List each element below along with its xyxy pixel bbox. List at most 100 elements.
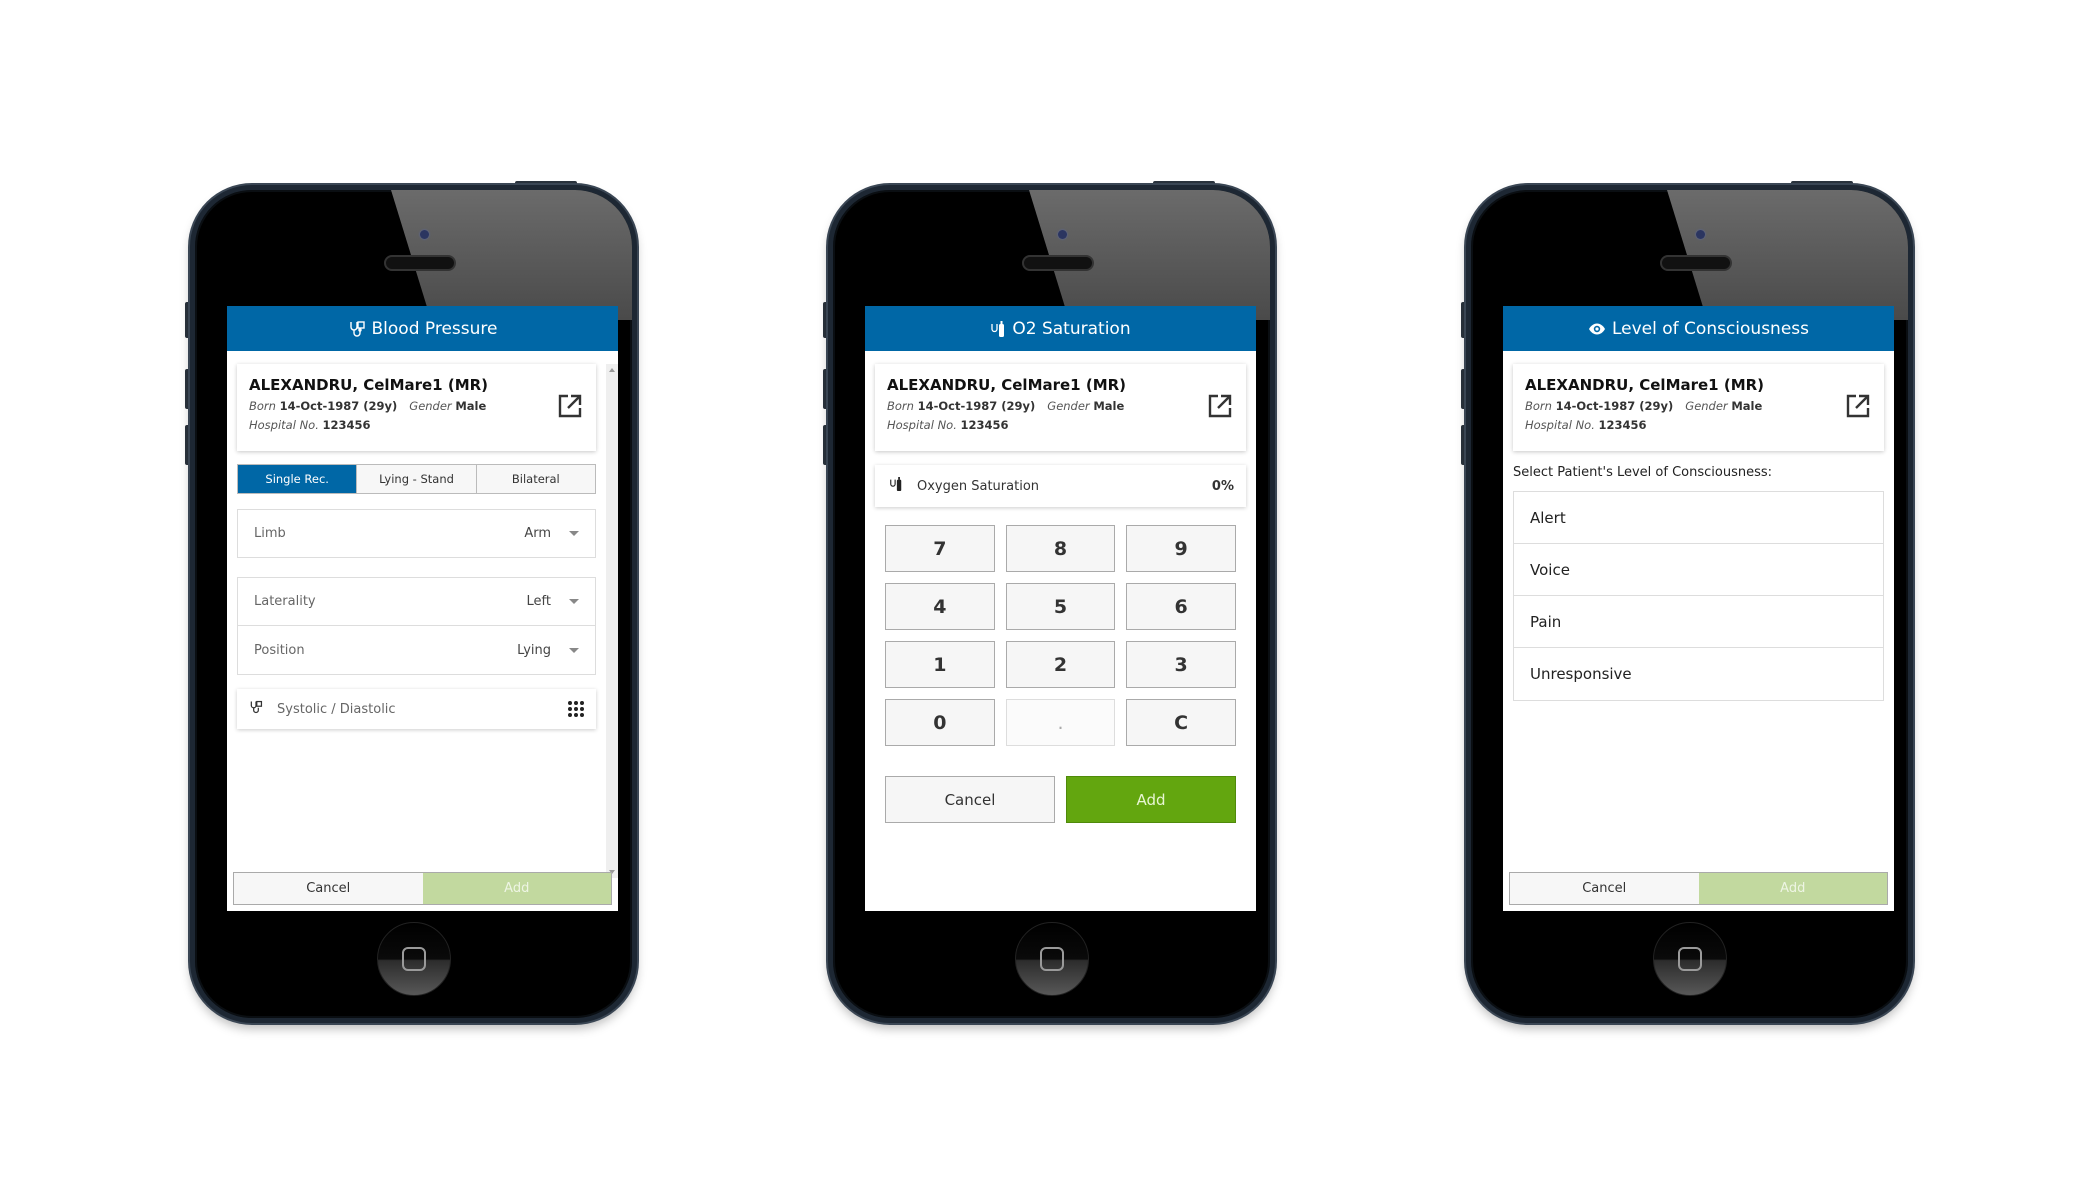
key-0[interactable]: 0 (885, 699, 995, 746)
gender-value: Male (1731, 399, 1763, 413)
born-label: Born (249, 399, 276, 413)
add-button[interactable]: Add (1698, 873, 1887, 904)
gender-label: Gender (1047, 399, 1090, 413)
cancel-button[interactable]: Cancel (1510, 873, 1699, 904)
oxygen-tank-icon (889, 476, 903, 496)
page-header: Blood Pressure (227, 306, 618, 351)
page-title: Level of Consciousness (1611, 318, 1810, 339)
chevron-down-icon (569, 647, 579, 653)
patient-name: ALEXANDRU, CelMare1 (MR) (1525, 376, 1765, 394)
home-button[interactable] (1014, 922, 1089, 996)
mode-single-rec[interactable]: Single Rec. (238, 465, 358, 493)
systolic-diastolic-input[interactable]: Systolic / Diastolic (237, 689, 596, 729)
hospital-label: Hospital No. (887, 418, 957, 432)
page-title: O2 Saturation (1012, 318, 1131, 339)
home-button[interactable] (376, 922, 451, 996)
oxygen-saturation-label: Oxygen Saturation (917, 478, 1040, 494)
screen: Level of Consciousness ALEXANDRU, CelMar… (1503, 306, 1894, 911)
speaker-grille (1660, 255, 1732, 271)
born-value: 14-Oct-1987 (29y) (917, 399, 1036, 413)
patient-card: ALEXANDRU, CelMare1 (MR) Born 14-Oct-198… (237, 364, 596, 451)
limb-label: Limb (254, 526, 286, 541)
open-in-new-icon[interactable] (556, 392, 584, 420)
key-8[interactable]: 8 (1005, 525, 1116, 572)
position-select[interactable]: Position Lying (237, 626, 596, 675)
add-button[interactable]: Add (1066, 776, 1236, 823)
footer-actions: Cancel Add (1509, 872, 1888, 905)
camera-icon (1058, 230, 1067, 239)
cancel-button[interactable]: Cancel (234, 873, 423, 904)
open-in-new-icon[interactable] (1206, 392, 1234, 420)
home-button[interactable] (1652, 922, 1727, 996)
key-decimal[interactable]: . (1005, 699, 1116, 746)
open-in-new-icon[interactable] (1844, 392, 1872, 420)
stethoscope-icon (348, 320, 366, 338)
born-label: Born (887, 399, 914, 413)
chevron-down-icon (569, 599, 579, 604)
patient-card: ALEXANDRU, CelMare1 (MR) Born 14-Oct-198… (875, 364, 1246, 451)
patient-name: ALEXANDRU, CelMare1 (MR) (249, 376, 489, 394)
page-header: Level of Consciousness (1503, 306, 1894, 351)
option-voice[interactable]: Voice (1514, 544, 1883, 596)
patient-name: ALEXANDRU, CelMare1 (MR) (887, 376, 1127, 394)
mode-bilateral[interactable]: Bilateral (476, 465, 595, 493)
oxygen-tank-icon (990, 320, 1006, 338)
key-3[interactable]: 3 (1126, 641, 1236, 688)
limb-select[interactable]: Limb Arm (237, 509, 596, 558)
speaker-grille (384, 255, 456, 271)
scroll-up-icon[interactable] (609, 368, 615, 372)
position-label: Position (254, 642, 305, 658)
born-label: Born (1525, 399, 1552, 413)
consciousness-prompt: Select Patient's Level of Consciousness: (1513, 465, 1773, 480)
gender-label: Gender (409, 399, 452, 413)
gender-value: Male (455, 399, 487, 413)
patient-card: ALEXANDRU, CelMare1 (MR) Born 14-Oct-198… (1513, 364, 1884, 451)
oxygen-saturation-value: 0% (1211, 478, 1234, 494)
camera-icon (420, 230, 429, 239)
key-7[interactable]: 7 (885, 525, 995, 572)
key-clear[interactable]: C (1126, 699, 1236, 746)
stethoscope-icon (249, 700, 263, 718)
phone-frame: O2 Saturation ALEXANDRU, CelMare1 (MR) B… (828, 185, 1275, 1023)
phone-o2-saturation: O2 Saturation ALEXANDRU, CelMare1 (MR) B… (823, 181, 1275, 1023)
phone-frame: Level of Consciousness ALEXANDRU, CelMar… (1466, 185, 1913, 1023)
keypad-actions: Cancel Add (885, 776, 1236, 823)
gender-label: Gender (1685, 399, 1728, 413)
laterality-select[interactable]: Laterality Left (237, 577, 596, 626)
key-5[interactable]: 5 (1005, 583, 1116, 630)
keypad-icon[interactable] (568, 701, 584, 717)
laterality-label: Laterality (254, 594, 316, 609)
phone-frame: Blood Pressure ALEXANDRU, CelMare1 (MR) … (190, 185, 637, 1023)
laterality-value: Left (526, 594, 551, 609)
option-alert[interactable]: Alert (1514, 492, 1883, 544)
key-1[interactable]: 1 (885, 641, 995, 688)
limb-value: Arm (524, 526, 551, 541)
screen: Blood Pressure ALEXANDRU, CelMare1 (MR) … (227, 306, 618, 911)
footer-actions: Cancel Add (233, 872, 612, 905)
hospital-value: 123456 (960, 418, 1009, 432)
add-button[interactable]: Add (422, 873, 611, 904)
mode-selector: Single Rec. Lying - Stand Bilateral (237, 464, 596, 494)
key-2[interactable]: 2 (1005, 641, 1116, 688)
systolic-diastolic-label: Systolic / Diastolic (277, 701, 396, 717)
cancel-button[interactable]: Cancel (885, 776, 1055, 823)
scrollbar[interactable] (606, 364, 618, 878)
eye-icon (1588, 322, 1606, 336)
consciousness-options: Alert Voice Pain Unresponsive (1513, 491, 1884, 701)
born-value: 14-Oct-1987 (29y) (1555, 399, 1674, 413)
option-unresponsive[interactable]: Unresponsive (1514, 648, 1883, 700)
speaker-grille (1022, 255, 1094, 271)
oxygen-saturation-field[interactable]: Oxygen Saturation 0% (875, 465, 1246, 507)
camera-icon (1696, 230, 1705, 239)
option-pain[interactable]: Pain (1514, 596, 1883, 648)
mode-lying-stand[interactable]: Lying - Stand (357, 465, 477, 493)
phone-blood-pressure: Blood Pressure ALEXANDRU, CelMare1 (MR) … (185, 181, 637, 1023)
chevron-down-icon (569, 531, 579, 536)
hospital-label: Hospital No. (1525, 418, 1595, 432)
position-value: Lying (517, 642, 551, 658)
gender-value: Male (1093, 399, 1125, 413)
key-9[interactable]: 9 (1126, 525, 1236, 572)
key-6[interactable]: 6 (1126, 583, 1236, 630)
hospital-value: 123456 (322, 418, 371, 432)
key-4[interactable]: 4 (885, 583, 995, 630)
